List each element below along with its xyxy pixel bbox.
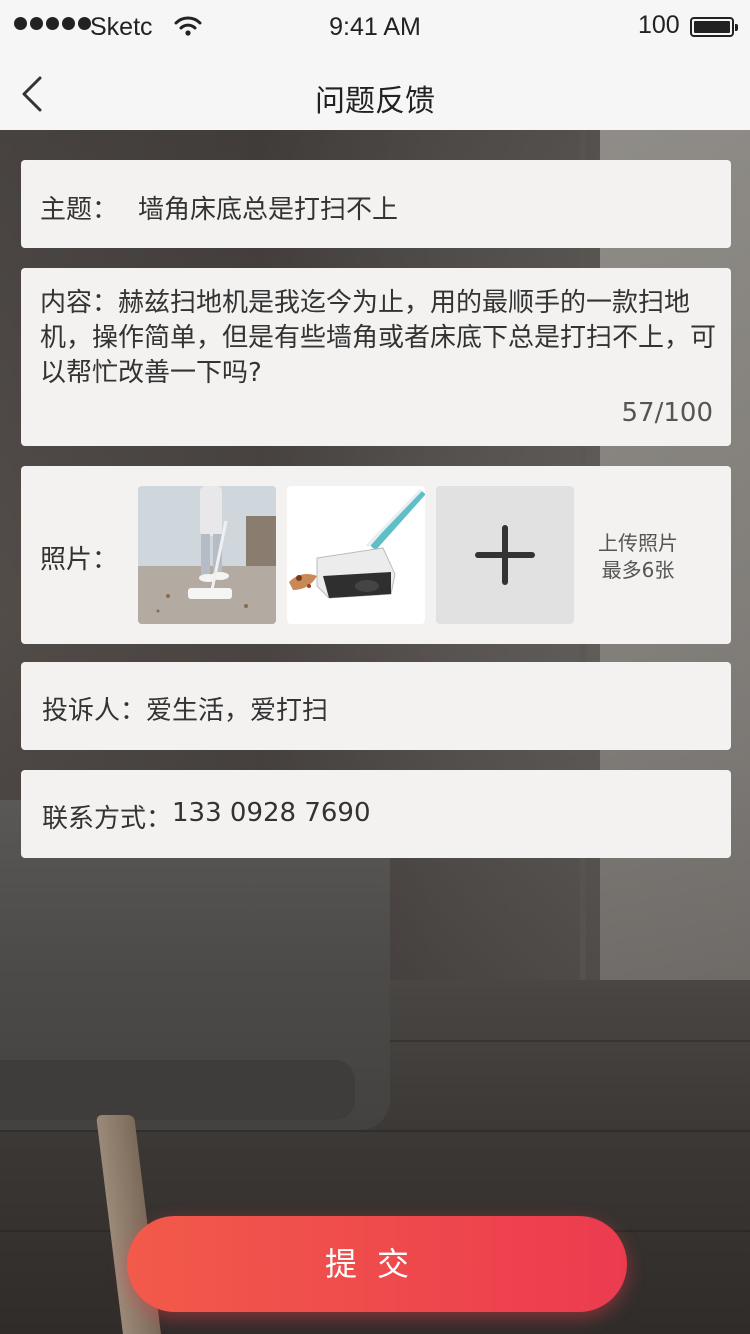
upload-hint: 上传照片 最多6张 (583, 530, 693, 584)
add-photo-button[interactable] (436, 486, 574, 624)
photos-label: 照片： (40, 545, 119, 575)
photos-field: 照片： 上传照片 最多6张 (21, 466, 731, 644)
content-field[interactable]: 内容：赫兹扫地机是我迄今为止，用的最顺手的一款扫地机，操作简单，但是有些墙角或者… (21, 268, 731, 446)
subject-label: 主题： (40, 195, 119, 225)
contact-value[interactable]: 133 0928 7690 (172, 798, 371, 835)
page-title: 问题反馈 (315, 84, 435, 119)
submit-button[interactable]: 提交 (127, 1216, 627, 1312)
character-counter: 57/100 (621, 398, 713, 428)
upload-hint-line1: 上传照片 (598, 531, 678, 555)
battery-icon (690, 17, 738, 37)
subject-value[interactable]: 墙角床底总是打扫不上 (138, 189, 398, 226)
upload-hint-line2: 最多6张 (601, 558, 675, 582)
content-label: 内容： (40, 288, 119, 318)
complainant-label: 投诉人： (42, 696, 147, 726)
status-bar: Sketc 9:41 AM 100 (0, 0, 750, 56)
contact-label: 联系方式： (42, 804, 173, 834)
photo-sweeper-product (289, 488, 425, 599)
battery-percent: 100 (638, 11, 680, 39)
subject-field[interactable]: 主题： 墙角床底总是打扫不上 (21, 160, 731, 248)
content-text[interactable]: 内容：赫兹扫地机是我迄今为止，用的最顺手的一款扫地机，操作简单，但是有些墙角或者… (40, 286, 724, 391)
contact-field[interactable]: 联系方式： 133 0928 7690 (21, 770, 731, 858)
background-sofa-seat (0, 1060, 355, 1120)
photo-thumbnail[interactable] (138, 486, 276, 624)
photo-sweeper-in-use (138, 486, 276, 624)
complainant-field[interactable]: 投诉人： 爱生活，爱打扫 (21, 662, 731, 750)
navigation-bar: 问题反馈 (0, 56, 750, 130)
content-value[interactable]: 赫兹扫地机是我迄今为止，用的最顺手的一款扫地机，操作简单，但是有些墙角或者床底下… (40, 288, 716, 388)
complainant-value[interactable]: 爱生活，爱打扫 (146, 690, 328, 727)
photo-thumbnail[interactable] (287, 486, 425, 624)
